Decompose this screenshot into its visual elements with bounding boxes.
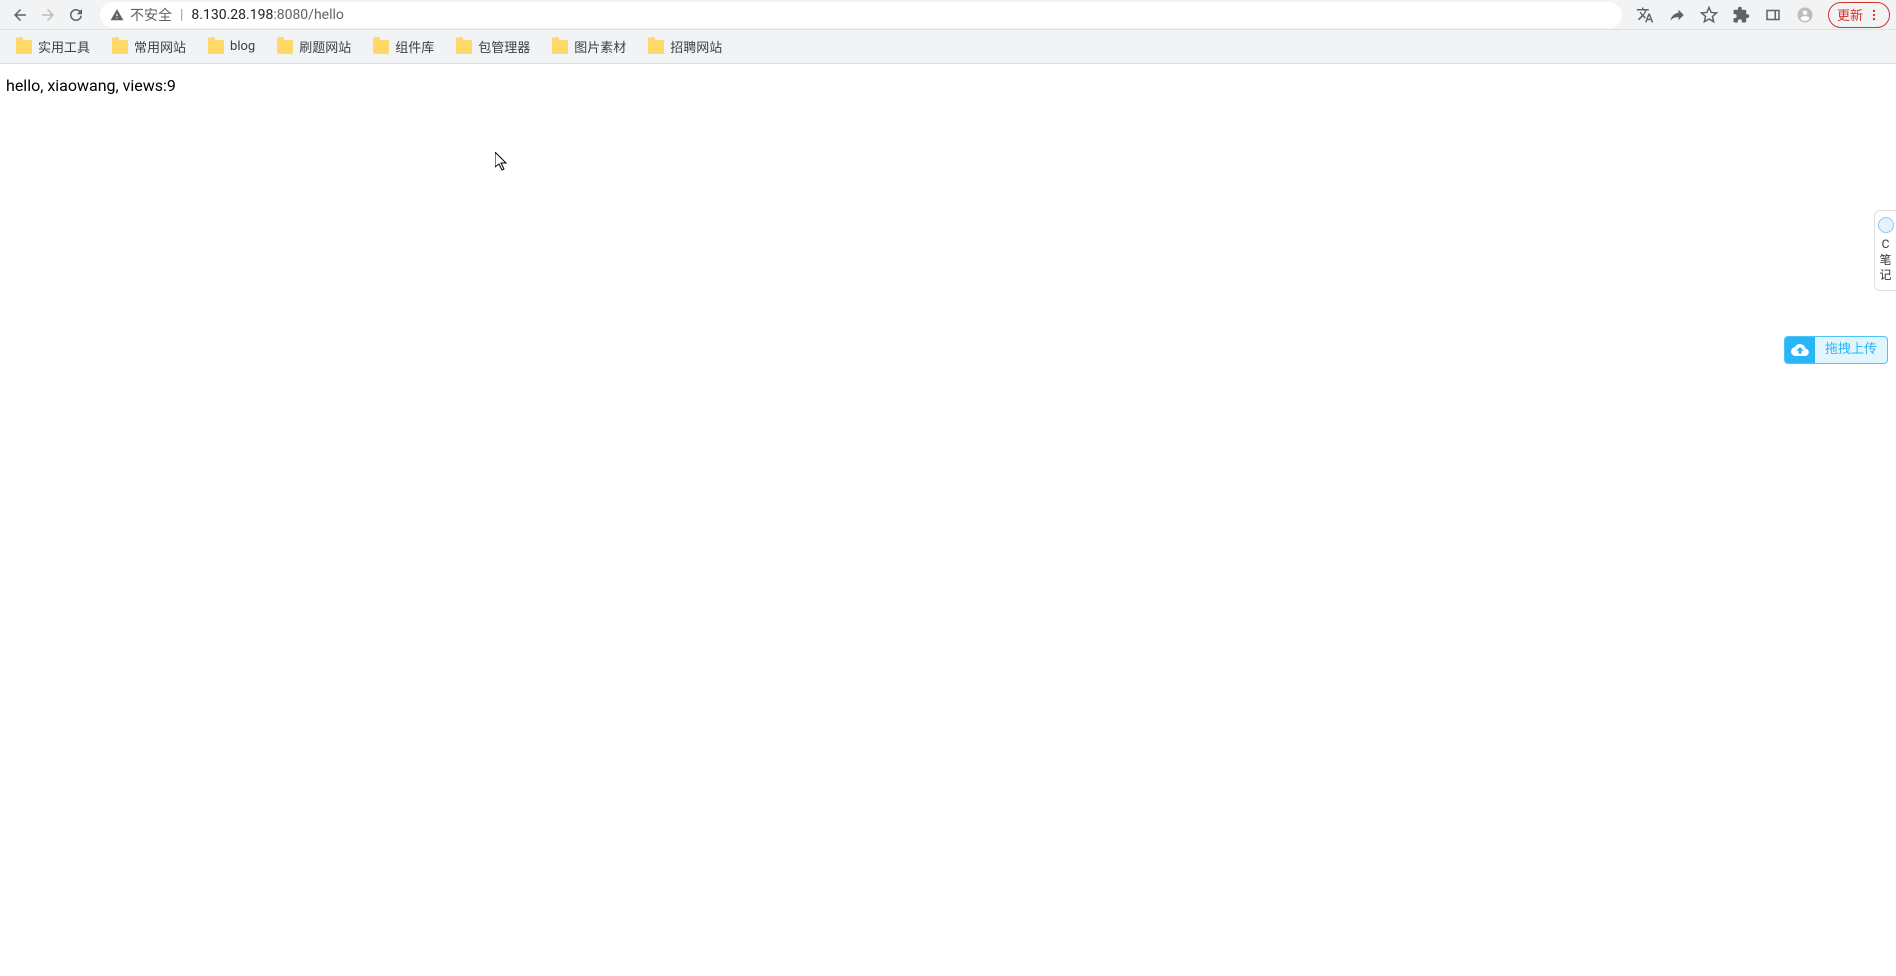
browser-toolbar: 不安全 | 8.130.28.198:8080/hello 更新: [0, 0, 1896, 30]
address-host: 8.130.28.198: [191, 7, 273, 23]
toolbar-right: 更新: [1630, 0, 1890, 30]
folder-icon: [456, 40, 472, 54]
warning-icon: [110, 8, 124, 22]
body-text: hello, xiaowang, views:9: [6, 76, 176, 95]
folder-icon: [16, 40, 32, 54]
folder-icon: [373, 40, 389, 54]
bookmark-item[interactable]: 组件库: [365, 33, 442, 61]
bookmark-label: 实用工具: [38, 37, 90, 56]
profile-icon[interactable]: [1790, 0, 1820, 30]
reload-button[interactable]: [62, 1, 90, 29]
folder-icon: [648, 40, 664, 54]
bookmark-item[interactable]: 刷题网站: [269, 33, 359, 61]
bookmark-label: 常用网站: [134, 37, 186, 56]
bookmark-label: 招聘网站: [670, 37, 722, 56]
bookmark-label: blog: [230, 39, 255, 54]
folder-icon: [277, 40, 293, 54]
folder-icon: [112, 40, 128, 54]
folder-icon: [208, 40, 224, 54]
bookmark-label: 包管理器: [478, 37, 530, 56]
cloud-upload-icon: [1785, 337, 1815, 363]
address-bar[interactable]: 不安全 | 8.130.28.198:8080/hello: [100, 2, 1622, 28]
menu-dots-icon: [1867, 8, 1881, 22]
update-label: 更新: [1837, 5, 1863, 24]
side-widget-line: 笔: [1877, 253, 1894, 269]
security-label: 不安全: [130, 5, 172, 25]
forward-button[interactable]: [34, 1, 62, 29]
bookmark-label: 组件库: [395, 37, 434, 56]
side-widget-icon: [1878, 217, 1894, 233]
bookmark-item[interactable]: blog: [200, 33, 263, 61]
share-icon[interactable]: [1662, 0, 1692, 30]
bookmark-item[interactable]: 图片素材: [544, 33, 634, 61]
extensions-icon[interactable]: [1726, 0, 1756, 30]
bookmark-item[interactable]: 常用网站: [104, 33, 194, 61]
translate-icon[interactable]: [1630, 0, 1660, 30]
drag-upload-widget[interactable]: 拖拽上传: [1784, 336, 1888, 364]
side-note-widget[interactable]: C 笔 记: [1874, 210, 1896, 291]
page-body: hello, xiaowang, views:9: [0, 64, 1896, 107]
address-port-path: :8080/hello: [273, 7, 344, 23]
upload-label: 拖拽上传: [1815, 337, 1887, 363]
bookmark-item[interactable]: 招聘网站: [640, 33, 730, 61]
bookmark-item[interactable]: 包管理器: [448, 33, 538, 61]
side-widget-line: 记: [1877, 268, 1894, 284]
update-button[interactable]: 更新: [1828, 2, 1890, 28]
back-button[interactable]: [6, 1, 34, 29]
cursor-icon: [495, 152, 509, 172]
side-widget-line: C: [1877, 237, 1894, 253]
bookmarks-bar: 实用工具 常用网站 blog 刷题网站 组件库 包管理器 图片素材 招聘网站: [0, 30, 1896, 64]
side-panel-icon[interactable]: [1758, 0, 1788, 30]
bookmark-label: 刷题网站: [299, 37, 351, 56]
bookmark-label: 图片素材: [574, 37, 626, 56]
address-separator: |: [180, 7, 183, 23]
bookmark-star-icon[interactable]: [1694, 0, 1724, 30]
security-status[interactable]: 不安全: [110, 5, 172, 25]
bookmark-item[interactable]: 实用工具: [8, 33, 98, 61]
folder-icon: [552, 40, 568, 54]
